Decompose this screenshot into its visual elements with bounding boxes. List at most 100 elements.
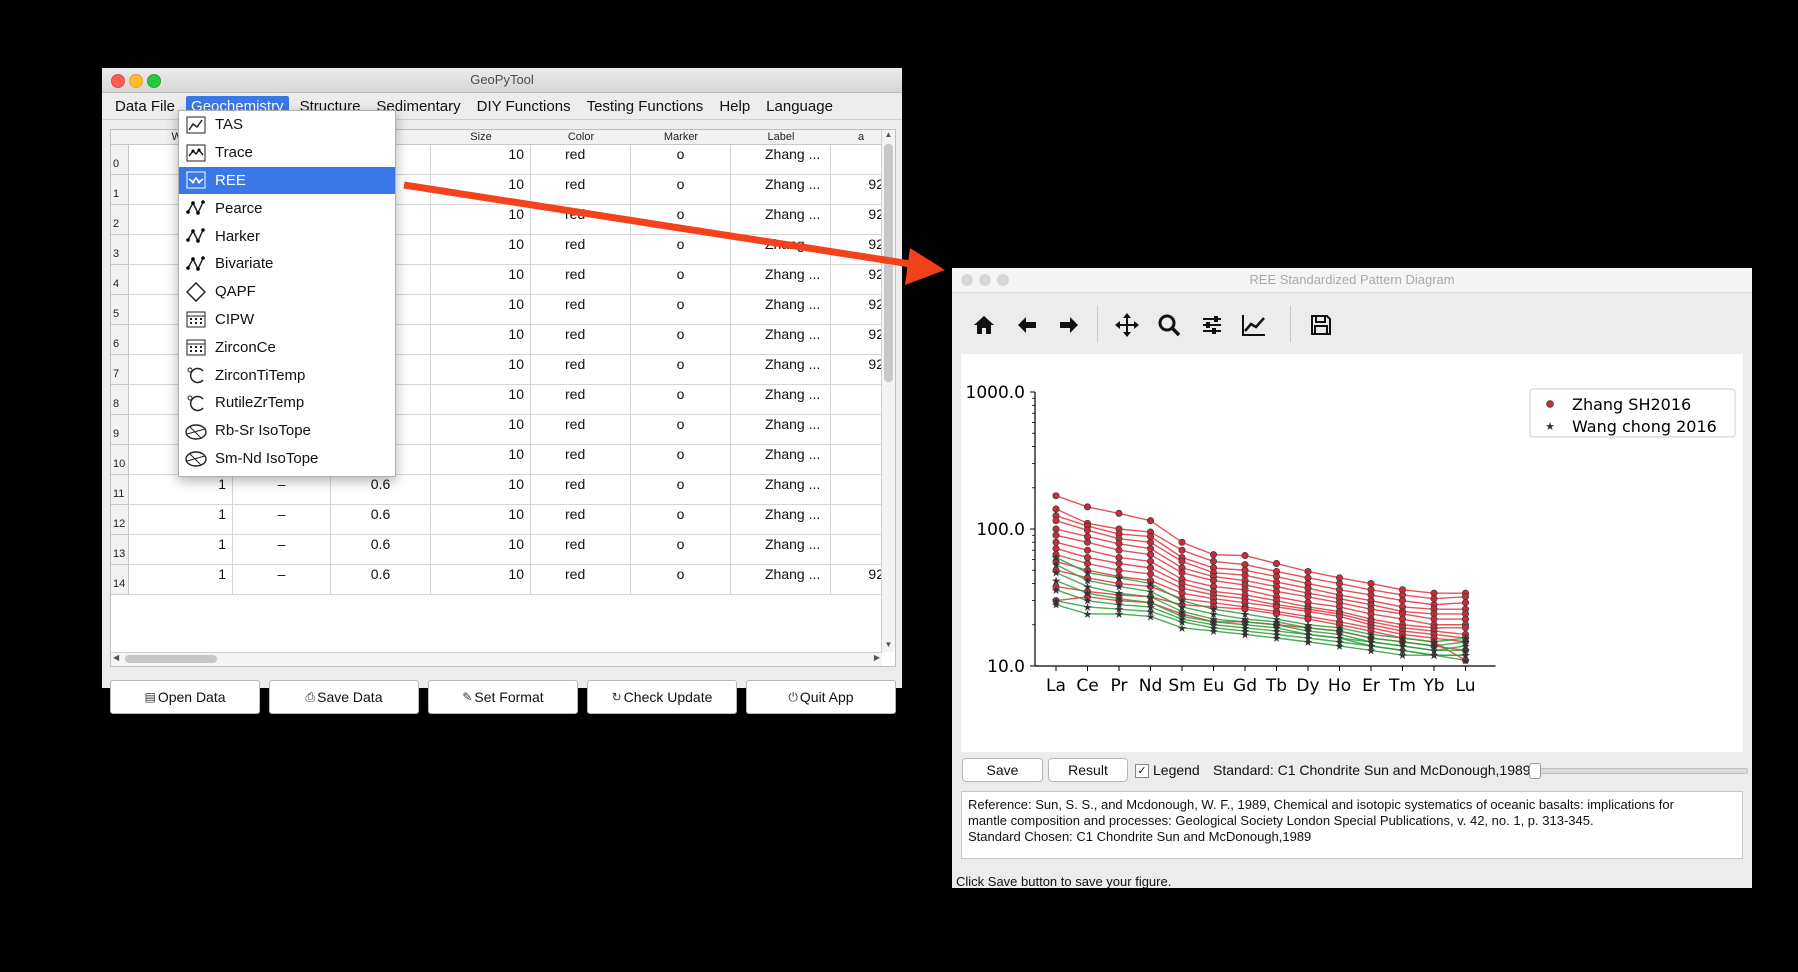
data-point — [1241, 552, 1249, 560]
y-tick-label: 100.0 — [976, 520, 1025, 540]
legend-marker-circle — [1546, 400, 1554, 408]
data-point — [1210, 557, 1218, 565]
data-point-star: ★ — [1366, 645, 1376, 657]
ree-titlebar: REE Standardized Pattern Diagram — [952, 268, 1752, 293]
data-point — [1178, 557, 1186, 565]
legend-marker-star: ★ — [1545, 421, 1555, 433]
data-point — [1052, 492, 1060, 500]
data-point — [1052, 545, 1060, 553]
result-button[interactable]: Result — [1048, 758, 1128, 782]
ree-maximize-button[interactable] — [997, 274, 1009, 286]
x-tick-label: Sm — [1168, 676, 1195, 696]
data-point — [1461, 624, 1469, 632]
data-point — [1147, 538, 1155, 546]
data-point — [1052, 505, 1060, 513]
data-point-star: ★ — [1177, 623, 1187, 635]
data-point — [1052, 525, 1060, 533]
legend-label: Wang chong 2016 — [1572, 417, 1717, 436]
data-point — [1367, 580, 1375, 588]
data-point — [1335, 580, 1343, 588]
data-point — [1178, 538, 1186, 546]
x-tick-label: Ce — [1076, 676, 1098, 696]
data-point — [1052, 538, 1060, 546]
data-point-star: ★ — [1303, 637, 1313, 649]
data-point — [1461, 599, 1469, 607]
data-point — [1084, 538, 1092, 546]
legend-checkbox[interactable]: ✓ — [1135, 764, 1149, 778]
data-point — [1147, 551, 1155, 559]
data-point-star: ★ — [1429, 650, 1439, 662]
data-point — [1052, 531, 1060, 539]
data-point — [1084, 526, 1092, 534]
save-icon[interactable] — [1306, 310, 1336, 340]
data-point — [1115, 540, 1123, 548]
x-tick-label: Yb — [1422, 676, 1444, 696]
home-icon[interactable] — [969, 310, 999, 340]
data-point — [1430, 595, 1438, 603]
data-point-star: ★ — [1146, 611, 1156, 623]
data-point — [1461, 593, 1469, 601]
data-point — [1115, 559, 1123, 567]
x-tick-label: Er — [1362, 676, 1380, 696]
toolbar-separator — [1290, 306, 1291, 342]
reference-line-1: Reference: Sun, S. S., and Mcdonough, W.… — [968, 797, 1674, 812]
back-arrow-icon[interactable] — [1012, 310, 1042, 340]
configure-icon[interactable] — [1197, 310, 1227, 340]
data-point — [1210, 577, 1218, 585]
data-point — [1084, 546, 1092, 554]
legend-label: Zhang SH2016 — [1572, 395, 1691, 414]
data-point — [1304, 593, 1312, 601]
data-point-star: ★ — [1051, 600, 1061, 612]
chart-legend: ★ Zhang SH2016 Wang chong 2016 — [1529, 388, 1736, 438]
data-point-star: ★ — [1083, 609, 1093, 621]
data-point-star: ★ — [1461, 655, 1471, 667]
standard-slider[interactable] — [1529, 763, 1748, 779]
data-point — [1178, 569, 1186, 577]
slider-handle[interactable] — [1529, 763, 1541, 779]
plot-canvas[interactable]: 1000.0 100.0 10.0 La Ce Pr Nd Sm Eu Gd Tb Dy Ho Er Tm Y… — [961, 354, 1743, 752]
data-point-star: ★ — [1398, 650, 1408, 662]
x-tick-label: Gd — [1233, 676, 1257, 696]
data-point — [1084, 559, 1092, 567]
data-point — [1115, 546, 1123, 554]
data-point — [1147, 570, 1155, 578]
x-tick-label: Ho — [1328, 676, 1351, 696]
ree-minimize-button[interactable] — [979, 274, 991, 286]
data-point — [1115, 553, 1123, 561]
data-point — [1178, 546, 1186, 554]
data-point-star: ★ — [1114, 609, 1124, 621]
ree-chart: 1000.0 100.0 10.0 La Ce Pr Nd Sm Eu Gd Tb Dy Ho Er Tm Y… — [966, 383, 1736, 696]
status-bar: Click Save button to save your figure. — [956, 874, 1172, 889]
y-tick-label: 10.0 — [987, 657, 1025, 677]
forward-arrow-icon[interactable] — [1054, 310, 1084, 340]
x-tick-label: La — [1046, 676, 1066, 696]
reference-line-2: mantle composition and processes: Geolog… — [968, 813, 1594, 828]
data-point — [1084, 503, 1092, 511]
x-tick-label: Pr — [1111, 676, 1128, 696]
data-point — [1052, 517, 1060, 525]
arrow-shaft — [403, 181, 918, 269]
data-point — [1398, 597, 1406, 605]
x-tick-label: Nd — [1139, 676, 1163, 696]
data-point — [1272, 559, 1280, 567]
data-point — [1147, 545, 1155, 553]
x-tick-label: Tb — [1265, 676, 1287, 696]
data-point-star: ★ — [1272, 633, 1282, 645]
ree-close-button[interactable] — [961, 274, 973, 286]
ree-window-title: REE Standardized Pattern Diagram — [1249, 272, 1455, 287]
data-point — [1210, 551, 1218, 559]
x-tick-label: Tm — [1388, 676, 1416, 696]
save-figure-button[interactable]: Save — [962, 758, 1043, 782]
edit-curves-icon[interactable] — [1239, 310, 1269, 340]
data-point — [1147, 557, 1155, 565]
reference-line-3: Standard Chosen: C1 Chondrite Sun and Mc… — [968, 829, 1312, 844]
zoom-icon[interactable] — [1154, 310, 1184, 340]
reference-textbox[interactable]: Reference: Sun, S. S., and Mcdonough, W.… — [961, 791, 1743, 859]
standard-label: Standard: C1 Chondrite Sun and McDonough… — [1213, 762, 1531, 778]
pan-icon[interactable] — [1112, 310, 1142, 340]
x-tick-label: Lu — [1456, 676, 1476, 696]
x-tick-label: Dy — [1296, 676, 1319, 696]
data-point — [1115, 509, 1123, 517]
data-point-star: ★ — [1209, 626, 1219, 638]
data-point — [1304, 567, 1312, 575]
